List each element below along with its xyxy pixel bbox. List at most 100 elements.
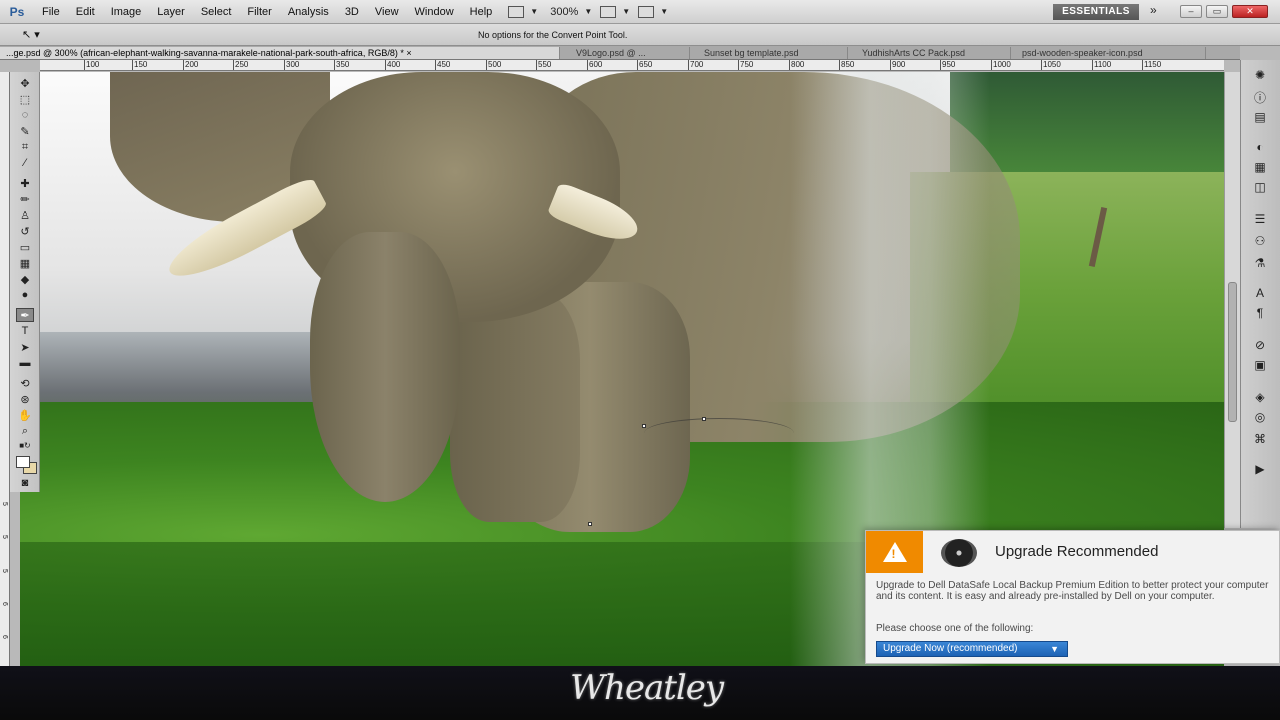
channels-icon[interactable]: ◎ (1251, 410, 1269, 424)
ruler-tick: 400 (385, 60, 401, 70)
character-icon[interactable]: A (1251, 286, 1269, 300)
default-colors-icon[interactable]: ■↻ (16, 438, 34, 452)
elephant-leg (450, 292, 580, 522)
menu-help[interactable]: Help (462, 6, 501, 18)
gradient-tool-icon[interactable]: ▦ (16, 256, 34, 270)
notification-body: Upgrade to Dell DataSafe Local Backup Pr… (876, 580, 1269, 602)
healing-brush-tool-icon[interactable]: ✚ (16, 176, 34, 190)
tab-wooden-speaker[interactable]: psd-wooden-speaker-icon.psd (1016, 47, 1206, 59)
close-button[interactable]: ✕ (1232, 5, 1268, 18)
ruler-tick: 5 (1, 535, 8, 539)
screen-mode-icon (508, 5, 525, 18)
menu-filter[interactable]: Filter (239, 6, 279, 18)
vertical-scrollbar[interactable] (1224, 72, 1240, 528)
info-icon[interactable]: ⓘ (1251, 90, 1269, 105)
menu-analysis[interactable]: Analysis (280, 6, 337, 18)
convert-point-icon[interactable]: ↖ ▾ (22, 28, 40, 41)
marquee-tool-icon[interactable]: ⬚ (16, 92, 34, 106)
history-brush-tool-icon[interactable]: ↺ (16, 224, 34, 238)
navigator-icon[interactable]: ✺ (1251, 68, 1269, 82)
menu-image[interactable]: Image (103, 6, 150, 18)
path-anchor[interactable] (642, 424, 646, 428)
zoom-level-dropdown[interactable]: 300% ▼ (546, 6, 592, 18)
ruler-tick: 150 (132, 60, 148, 70)
path-anchor[interactable] (588, 522, 592, 526)
notification-title: Upgrade Recommended (995, 543, 1159, 560)
masks-icon[interactable]: ⚇ (1251, 234, 1269, 248)
eyedropper-tool-icon[interactable]: ⁄ (16, 156, 34, 170)
color-icon[interactable]: ◐ (1251, 140, 1269, 154)
ruler-tick: 800 (789, 60, 805, 70)
ruler-tick: 900 (890, 60, 906, 70)
hand-tool-icon[interactable]: ✋ (16, 408, 34, 422)
layers-icon[interactable]: ◈ (1251, 390, 1269, 404)
quick-mask-icon[interactable]: ◙ (16, 476, 34, 490)
ruler-tick: 550 (536, 60, 552, 70)
menu-window[interactable]: Window (407, 6, 462, 18)
zoom-level: 300% (550, 5, 579, 18)
lasso-tool-icon[interactable]: ◌ (16, 108, 34, 122)
notification-prompt: Please choose one of the following: (876, 623, 1034, 634)
tab-elephant-document[interactable]: ...ge.psd @ 300% (african-elephant-walki… (0, 47, 560, 59)
swatches-icon[interactable]: ▦ (1251, 160, 1269, 174)
upgrade-now-button[interactable]: Upgrade Now (recommended) ▼ (876, 641, 1068, 657)
options-message: No options for the Convert Point Tool. (478, 30, 628, 40)
3d-orbit-tool-icon[interactable]: ⊛ (16, 392, 34, 406)
menu-edit[interactable]: Edit (68, 6, 103, 18)
arrange-documents-dropdown[interactable]: ▼ (600, 5, 630, 18)
menu-file[interactable]: File (34, 6, 68, 18)
ruler-tick: 350 (334, 60, 350, 70)
tab-yudhisharts[interactable]: YudhishArts CC Pack.psd (856, 47, 1011, 59)
brush-tool-icon[interactable]: ✏ (16, 192, 34, 206)
options-bar: ↖ ▾ No options for the Convert Point Too… (0, 24, 1280, 46)
extras-dropdown[interactable]: ▼ (638, 5, 668, 18)
scrollbar-thumb[interactable] (1228, 282, 1237, 422)
3d-rotate-tool-icon[interactable]: ⟲ (16, 376, 34, 390)
move-tool-icon[interactable]: ✥ (16, 76, 34, 90)
paragraph-icon[interactable]: ¶ (1251, 306, 1269, 320)
actions-icon[interactable]: ▶ (1251, 462, 1269, 476)
minimize-button[interactable]: – (1180, 5, 1202, 18)
pen-tool-icon[interactable]: ✒ (16, 308, 34, 322)
brushes-icon[interactable]: ⊘ (1251, 338, 1269, 352)
blur-tool-icon[interactable]: ◆ (16, 272, 34, 286)
menu-select[interactable]: Select (193, 6, 240, 18)
styles-icon[interactable]: ◫ (1251, 180, 1269, 194)
restore-button[interactable]: ▭ (1206, 5, 1228, 18)
clone-stamp-tool-icon[interactable]: ♙ (16, 208, 34, 222)
eraser-tool-icon[interactable]: ▭ (16, 240, 34, 254)
ruler-tick: 650 (637, 60, 653, 70)
dodge-tool-icon[interactable]: ● (16, 288, 34, 302)
foreground-color-swatch[interactable] (16, 456, 30, 468)
pen-path[interactable] (644, 418, 794, 448)
tab-v9logo[interactable]: V9Logo.psd @ ... (570, 47, 690, 59)
paths-icon[interactable]: ⌘ (1251, 432, 1269, 446)
type-tool-icon[interactable]: T (16, 324, 34, 338)
backup-disc-icon (941, 539, 977, 567)
workspace-switcher[interactable]: ESSENTIALS (1053, 4, 1139, 20)
menu-layer[interactable]: Layer (149, 6, 193, 18)
ruler-tick: 1100 (1092, 60, 1112, 70)
panel-dock: ✺ ⓘ ▤ ◐ ▦ ◫ ☰ ⚇ ⚗ A ¶ ⊘ ▣ ◈ ◎ ⌘ ▶ (1240, 60, 1280, 528)
zoom-tool-icon[interactable]: ⌕ (16, 424, 34, 438)
menu-view[interactable]: View (367, 6, 407, 18)
quick-select-tool-icon[interactable]: ✎ (16, 124, 34, 138)
arrange-icon (600, 5, 617, 18)
crop-tool-icon[interactable]: ⌗ (16, 140, 34, 154)
menu-3d[interactable]: 3D (337, 6, 367, 18)
more-workspaces-icon[interactable]: » (1150, 3, 1157, 17)
screen-mode-dropdown[interactable]: ▼ (508, 5, 538, 18)
tool-presets-icon[interactable]: ▣ (1251, 358, 1269, 372)
ruler-tick: 750 (738, 60, 754, 70)
adjustments-icon[interactable]: ☰ (1251, 212, 1269, 226)
shape-tool-icon[interactable]: ▬ (16, 356, 34, 370)
tab-sunset-bg[interactable]: Sunset bg template.psd (698, 47, 848, 59)
path-anchor[interactable] (702, 417, 706, 421)
ruler-tick: 6 (1, 635, 8, 639)
path-selection-tool-icon[interactable]: ➤ (16, 340, 34, 354)
ruler-tick: 500 (486, 60, 502, 70)
clone-source-icon[interactable]: ⚗ (1251, 256, 1269, 270)
ruler-tick: 450 (435, 60, 451, 70)
histogram-icon[interactable]: ▤ (1251, 110, 1269, 124)
horizontal-ruler: 100 150 200 250 300 350 400 450 500 550 … (40, 60, 1224, 71)
